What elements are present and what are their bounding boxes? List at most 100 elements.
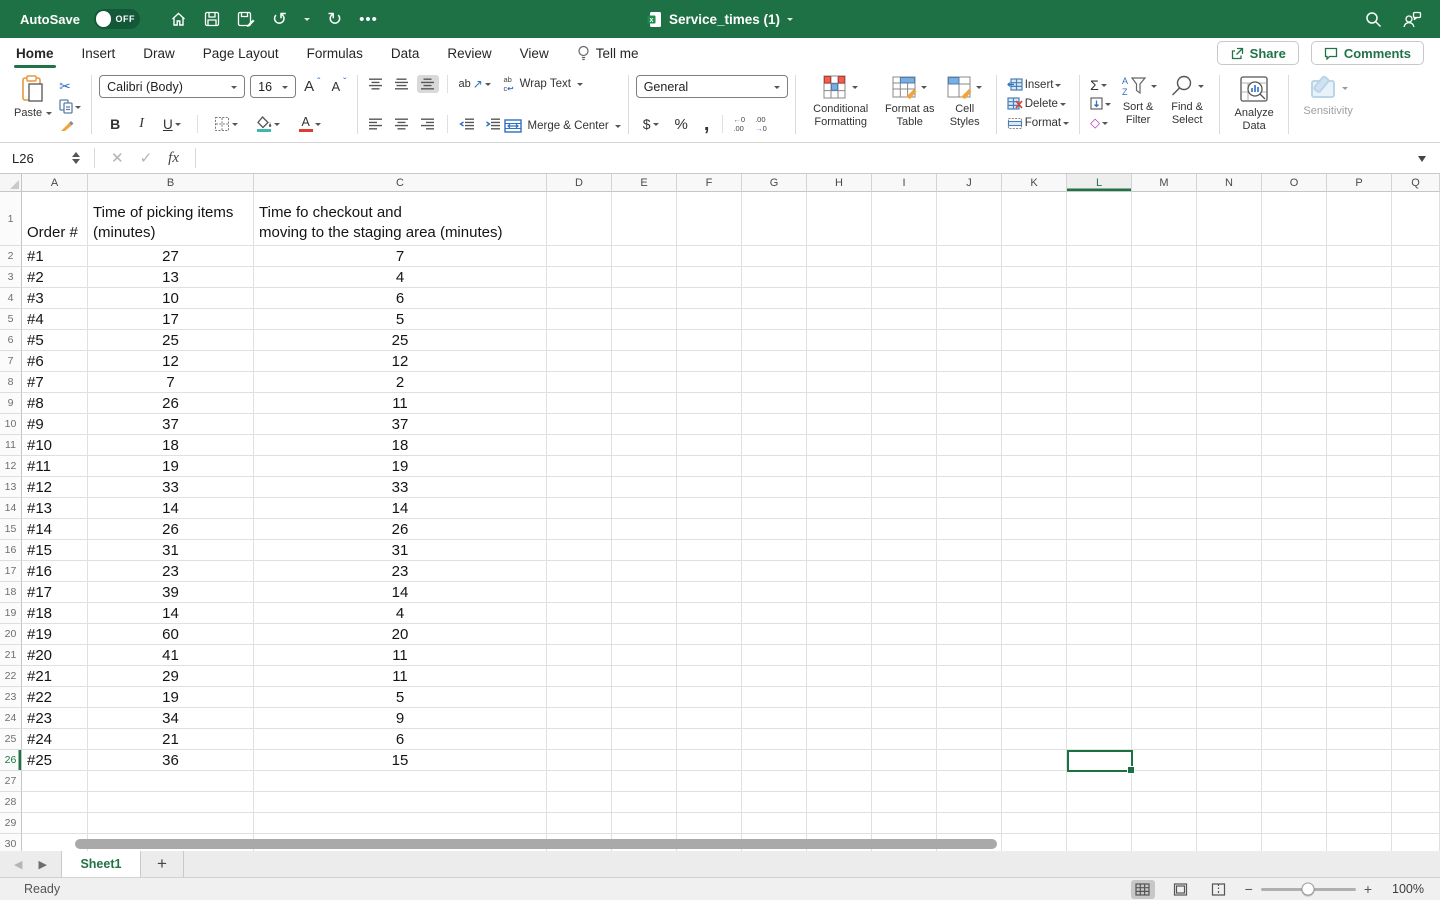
cell-G11[interactable] <box>742 435 807 456</box>
cell-C19[interactable]: 4 <box>254 603 547 624</box>
cell-I2[interactable] <box>872 246 937 267</box>
cell-G18[interactable] <box>742 582 807 603</box>
tab-insert[interactable]: Insert <box>82 38 116 68</box>
font-color-button[interactable]: A <box>296 116 324 133</box>
formula-input[interactable] <box>204 143 1418 173</box>
cell-F6[interactable] <box>677 330 742 351</box>
cell-P14[interactable] <box>1327 498 1392 519</box>
cell-E6[interactable] <box>612 330 677 351</box>
cell-F22[interactable] <box>677 666 742 687</box>
cell-K5[interactable] <box>1002 309 1067 330</box>
cell-Q21[interactable] <box>1392 645 1440 666</box>
cell-G29[interactable] <box>742 813 807 834</box>
cell-P2[interactable] <box>1327 246 1392 267</box>
cell-L7[interactable] <box>1067 351 1132 372</box>
cell-F21[interactable] <box>677 645 742 666</box>
cell-H4[interactable] <box>807 288 872 309</box>
cell-D11[interactable] <box>547 435 612 456</box>
row-header-29[interactable]: 29 <box>0 813 22 834</box>
home-icon[interactable] <box>170 11 187 28</box>
expand-formula-bar-icon[interactable] <box>1418 155 1426 166</box>
cell-K16[interactable] <box>1002 540 1067 561</box>
cell-D16[interactable] <box>547 540 612 561</box>
cell-O20[interactable] <box>1262 624 1327 645</box>
cell-J22[interactable] <box>937 666 1002 687</box>
horizontal-scrollbar[interactable] <box>75 839 997 849</box>
cell-A5[interactable]: #4 <box>22 309 88 330</box>
cell-P1[interactable] <box>1327 192 1392 246</box>
cell-F20[interactable] <box>677 624 742 645</box>
row-header-20[interactable]: 20 <box>0 624 22 645</box>
align-middle-button[interactable] <box>391 75 413 93</box>
cell-M14[interactable] <box>1132 498 1197 519</box>
cell-O24[interactable] <box>1262 708 1327 729</box>
save-as-icon[interactable] <box>237 11 255 27</box>
cell-Q19[interactable] <box>1392 603 1440 624</box>
cell-A23[interactable]: #22 <box>22 687 88 708</box>
cell-O6[interactable] <box>1262 330 1327 351</box>
cell-M22[interactable] <box>1132 666 1197 687</box>
cell-C10[interactable]: 37 <box>254 414 547 435</box>
cell-H7[interactable] <box>807 351 872 372</box>
cell-N3[interactable] <box>1197 267 1262 288</box>
cell-J21[interactable] <box>937 645 1002 666</box>
cell-E28[interactable] <box>612 792 677 813</box>
cell-O4[interactable] <box>1262 288 1327 309</box>
cell-A3[interactable]: #2 <box>22 267 88 288</box>
cell-O16[interactable] <box>1262 540 1327 561</box>
cell-E2[interactable] <box>612 246 677 267</box>
cell-M25[interactable] <box>1132 729 1197 750</box>
cell-H25[interactable] <box>807 729 872 750</box>
cell-J4[interactable] <box>937 288 1002 309</box>
cell-H24[interactable] <box>807 708 872 729</box>
cell-P12[interactable] <box>1327 456 1392 477</box>
cell-H17[interactable] <box>807 561 872 582</box>
cell-D26[interactable] <box>547 750 612 771</box>
cell-Q4[interactable] <box>1392 288 1440 309</box>
cell-B22[interactable]: 29 <box>88 666 254 687</box>
cell-F12[interactable] <box>677 456 742 477</box>
cell-H19[interactable] <box>807 603 872 624</box>
cell-J12[interactable] <box>937 456 1002 477</box>
cell-J27[interactable] <box>937 771 1002 792</box>
cell-L4[interactable] <box>1067 288 1132 309</box>
cell-B26[interactable]: 36 <box>88 750 254 771</box>
cell-N28[interactable] <box>1197 792 1262 813</box>
cell-D27[interactable] <box>547 771 612 792</box>
cell-N21[interactable] <box>1197 645 1262 666</box>
cell-A20[interactable]: #19 <box>22 624 88 645</box>
cell-H10[interactable] <box>807 414 872 435</box>
cell-Q10[interactable] <box>1392 414 1440 435</box>
cell-D8[interactable] <box>547 372 612 393</box>
underline-button[interactable]: U <box>160 117 184 132</box>
cell-A21[interactable]: #20 <box>22 645 88 666</box>
cell-P30[interactable] <box>1327 834 1392 851</box>
cell-A12[interactable]: #11 <box>22 456 88 477</box>
cell-H14[interactable] <box>807 498 872 519</box>
cell-O8[interactable] <box>1262 372 1327 393</box>
cell-O12[interactable] <box>1262 456 1327 477</box>
cell-B11[interactable]: 18 <box>88 435 254 456</box>
cell-M11[interactable] <box>1132 435 1197 456</box>
cell-G4[interactable] <box>742 288 807 309</box>
cell-D29[interactable] <box>547 813 612 834</box>
cell-O14[interactable] <box>1262 498 1327 519</box>
cell-A25[interactable]: #24 <box>22 729 88 750</box>
cell-K30[interactable] <box>1002 834 1067 851</box>
cell-M24[interactable] <box>1132 708 1197 729</box>
cell-F23[interactable] <box>677 687 742 708</box>
cell-A18[interactable]: #17 <box>22 582 88 603</box>
row-header-12[interactable]: 12 <box>0 456 22 477</box>
cell-G2[interactable] <box>742 246 807 267</box>
cell-O29[interactable] <box>1262 813 1327 834</box>
cell-A8[interactable]: #7 <box>22 372 88 393</box>
cell-G22[interactable] <box>742 666 807 687</box>
cell-G20[interactable] <box>742 624 807 645</box>
cell-D14[interactable] <box>547 498 612 519</box>
cell-A2[interactable]: #1 <box>22 246 88 267</box>
cell-Q16[interactable] <box>1392 540 1440 561</box>
cell-K2[interactable] <box>1002 246 1067 267</box>
cell-N19[interactable] <box>1197 603 1262 624</box>
cell-B23[interactable]: 19 <box>88 687 254 708</box>
cell-L14[interactable] <box>1067 498 1132 519</box>
